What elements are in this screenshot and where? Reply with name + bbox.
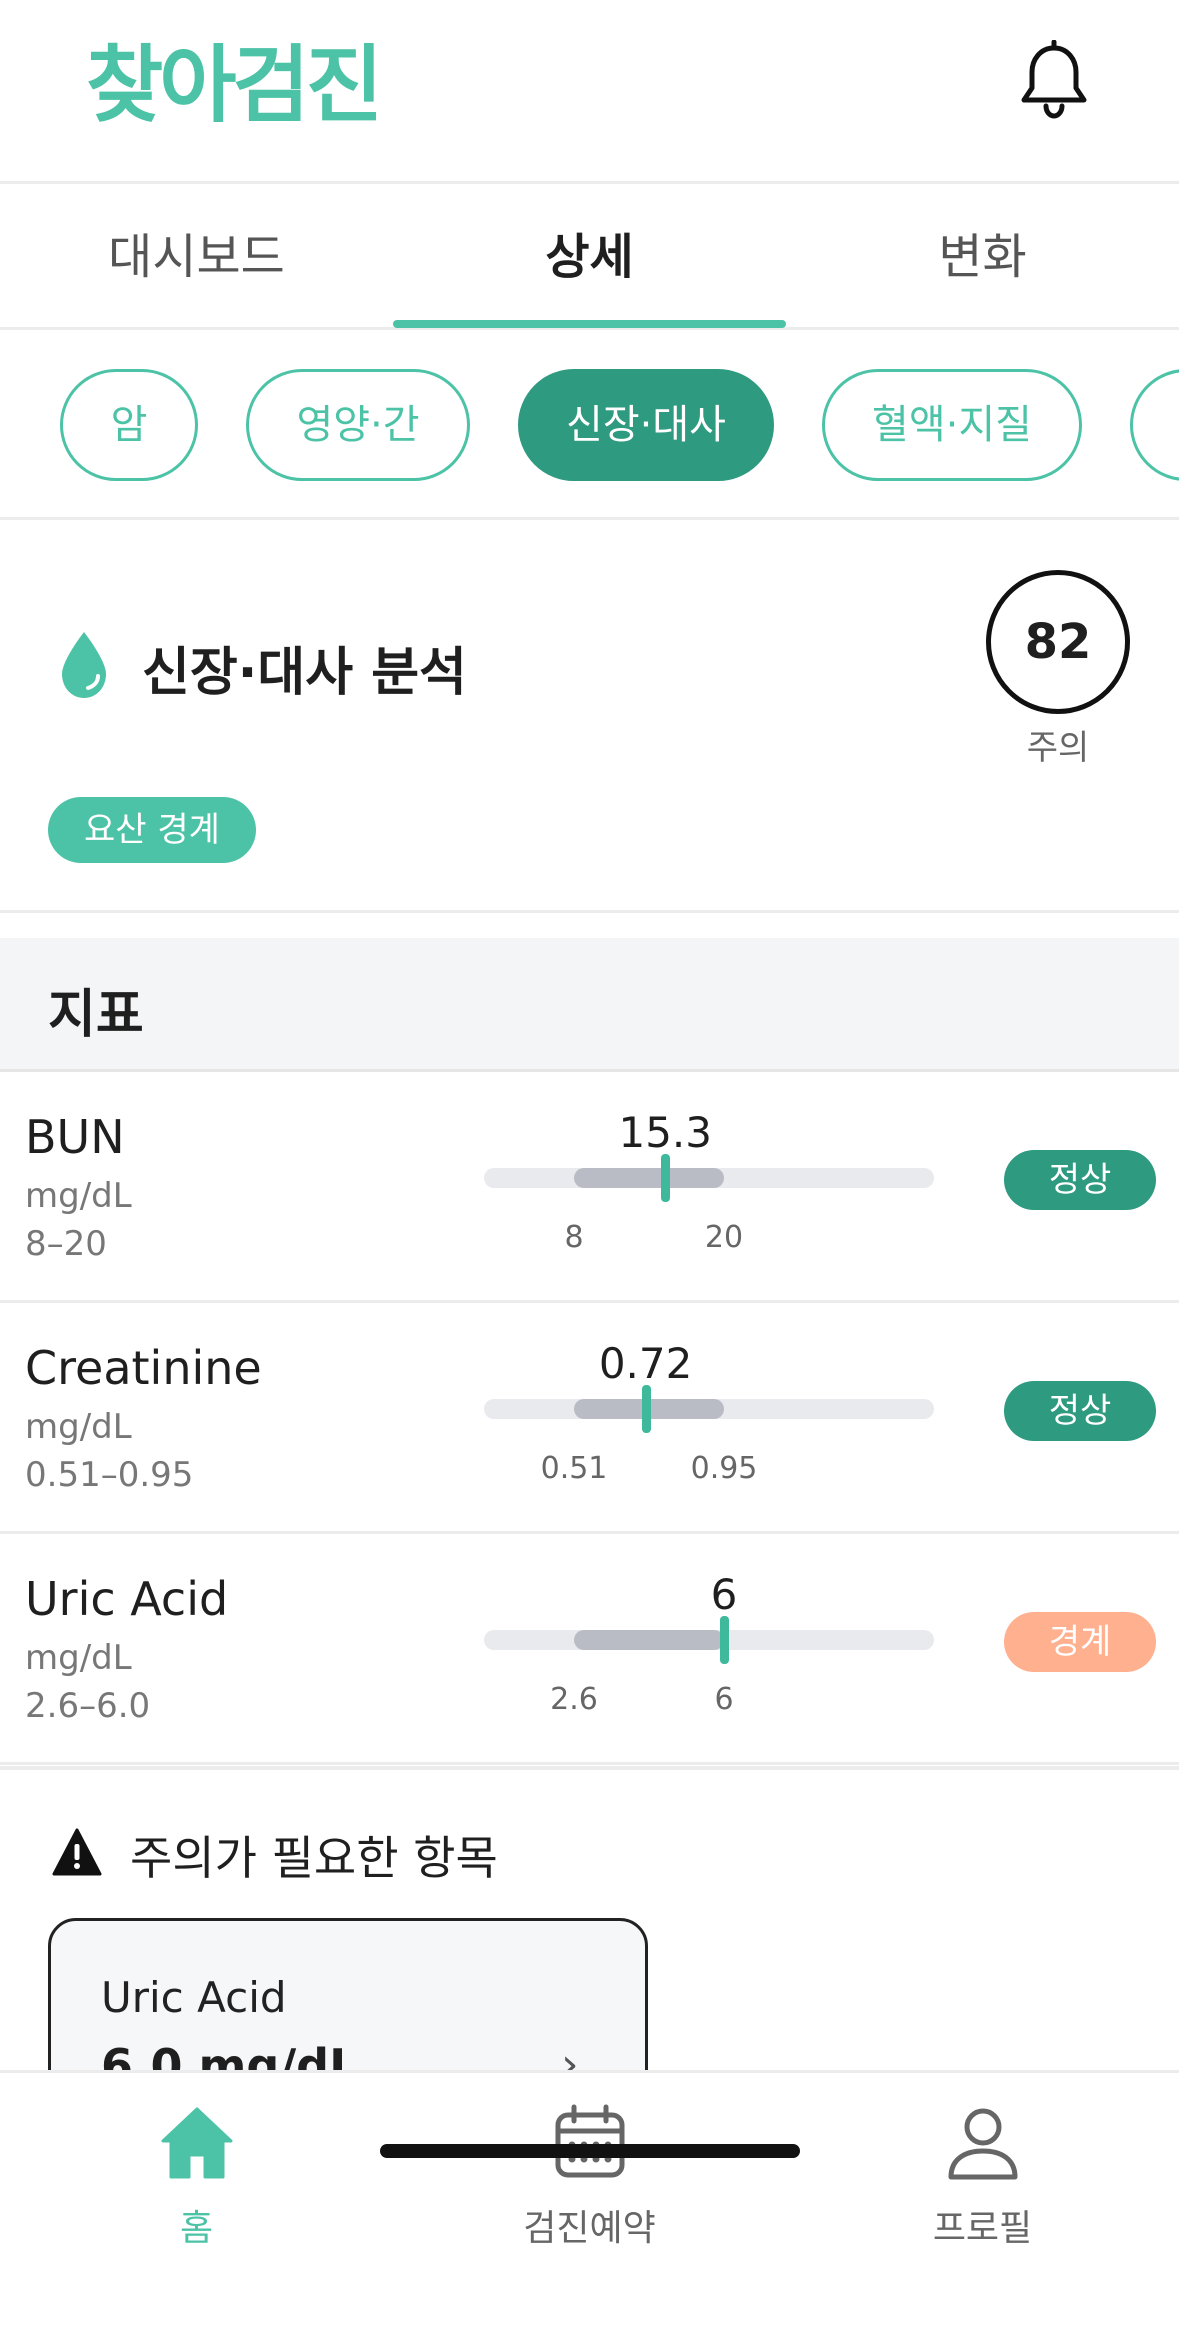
nav-home[interactable]: 홈 [0,2103,393,2251]
tab-detail[interactable]: 상세 [393,184,786,330]
indicators-title: 지표 [48,985,144,1045]
gauge-value-label: 15.3 [618,1108,713,1157]
gauge-ref-high-label: 0.95 [690,1451,758,1486]
summary-section: 신장·대사 분석 82 주의 요산 경계 [0,520,1179,913]
gauge-value-marker [661,1154,671,1202]
app-logo: 찾아검진 [86,36,383,134]
home-icon [161,2107,232,2179]
indicators-header: 지표 [0,938,1179,1072]
calendar-icon [555,2104,624,2178]
active-tab-indicator [393,320,786,328]
attention-card-value: 6.0 mg/dL [101,2039,359,2070]
score-circle: 82 [986,570,1130,714]
indicator-row[interactable]: Uric Acid mg/dL 2.6–6.0 6 2.6 6 경계 [0,1534,1179,1765]
gauge-ref-low-label: 2.6 [550,1682,598,1717]
attention-section: 주의가 필요한 항목 Uric Acid 6.0 mg/dL › [0,1766,1179,2070]
gauge-ref-low-label: 8 [564,1220,584,1255]
nav-booking-label: 검진예약 [523,2208,656,2249]
chip-partial[interactable] [1130,369,1179,481]
attention-title: 주의가 필요한 항목 [130,1831,498,1885]
gauge-value-label: 0.72 [598,1339,693,1388]
indicator-name: Creatinine [25,1341,262,1395]
indicator-name: BUN [25,1110,125,1164]
attention-card[interactable]: Uric Acid 6.0 mg/dL › [48,1918,648,2070]
top-tabs: 대시보드 상세 변화 [0,184,1179,330]
water-drop-icon [62,632,106,698]
chip-blood-lipid[interactable]: 혈액·지질 [822,369,1082,481]
indicator-range: 2.6–6.0 [25,1686,151,1726]
app-header: 찾아검진 [0,0,1179,184]
summary-title: 신장·대사 분석 [142,643,467,703]
tab-change[interactable]: 변화 [786,184,1179,330]
indicator-unit: mg/dL [25,1638,132,1678]
nav-booking[interactable]: 검진예약 [393,2103,786,2251]
indicator-range: 8–20 [25,1224,107,1264]
chip-nutrition-liver[interactable]: 영양·간 [246,369,470,481]
status-badge: 정상 [1004,1150,1156,1210]
gauge-reference-band [574,1630,724,1650]
gauge-value-label: 6 [710,1570,738,1619]
summary-badge: 요산 경계 [48,797,256,863]
indicator-name: Uric Acid [25,1572,229,1626]
indicator-row[interactable]: Creatinine mg/dL 0.51–0.95 0.72 0.51 0.9… [0,1303,1179,1534]
gauge-ref-low-label: 0.51 [540,1451,608,1486]
gauge-value-marker [720,1616,729,1664]
status-badge: 경계 [1004,1612,1156,1672]
gauge-ref-high-label: 6 [714,1682,734,1717]
chip-kidney-metabolism[interactable]: 신장·대사 [518,369,774,481]
gauge-reference-band [574,1168,724,1188]
nav-profile[interactable]: 프로필 [786,2103,1179,2251]
status-badge: 정상 [1004,1381,1156,1441]
bell-icon[interactable] [1018,40,1090,120]
bottom-nav: 홈 검진예약 프로필 [0,2070,1179,2352]
indicator-unit: mg/dL [25,1176,132,1216]
warning-icon [52,1828,102,1876]
attention-card-name: Uric Acid [101,1973,287,2022]
score-label: 주의 [1026,728,1090,768]
indicator-range: 0.51–0.95 [25,1455,194,1495]
chevron-right-icon: › [561,2039,579,2070]
indicator-gauge [484,1154,934,1202]
indicator-row[interactable]: BUN mg/dL 8–20 15.3 8 20 정상 [0,1072,1179,1303]
gauge-value-marker [641,1385,651,1433]
home-indicator [380,2144,800,2158]
nav-profile-label: 프로필 [932,2208,1033,2249]
chip-cancer[interactable]: 암 [60,369,198,481]
indicator-gauge [484,1616,934,1664]
tab-dashboard[interactable]: 대시보드 [0,184,393,330]
indicator-unit: mg/dL [25,1407,132,1447]
profile-icon [948,2108,1017,2180]
indicator-gauge [484,1385,934,1433]
gauge-ref-high-label: 20 [704,1220,744,1255]
category-chips: 암 영양·간 신장·대사 혈액·지질 [0,330,1179,520]
nav-home-label: 홈 [179,2208,214,2249]
